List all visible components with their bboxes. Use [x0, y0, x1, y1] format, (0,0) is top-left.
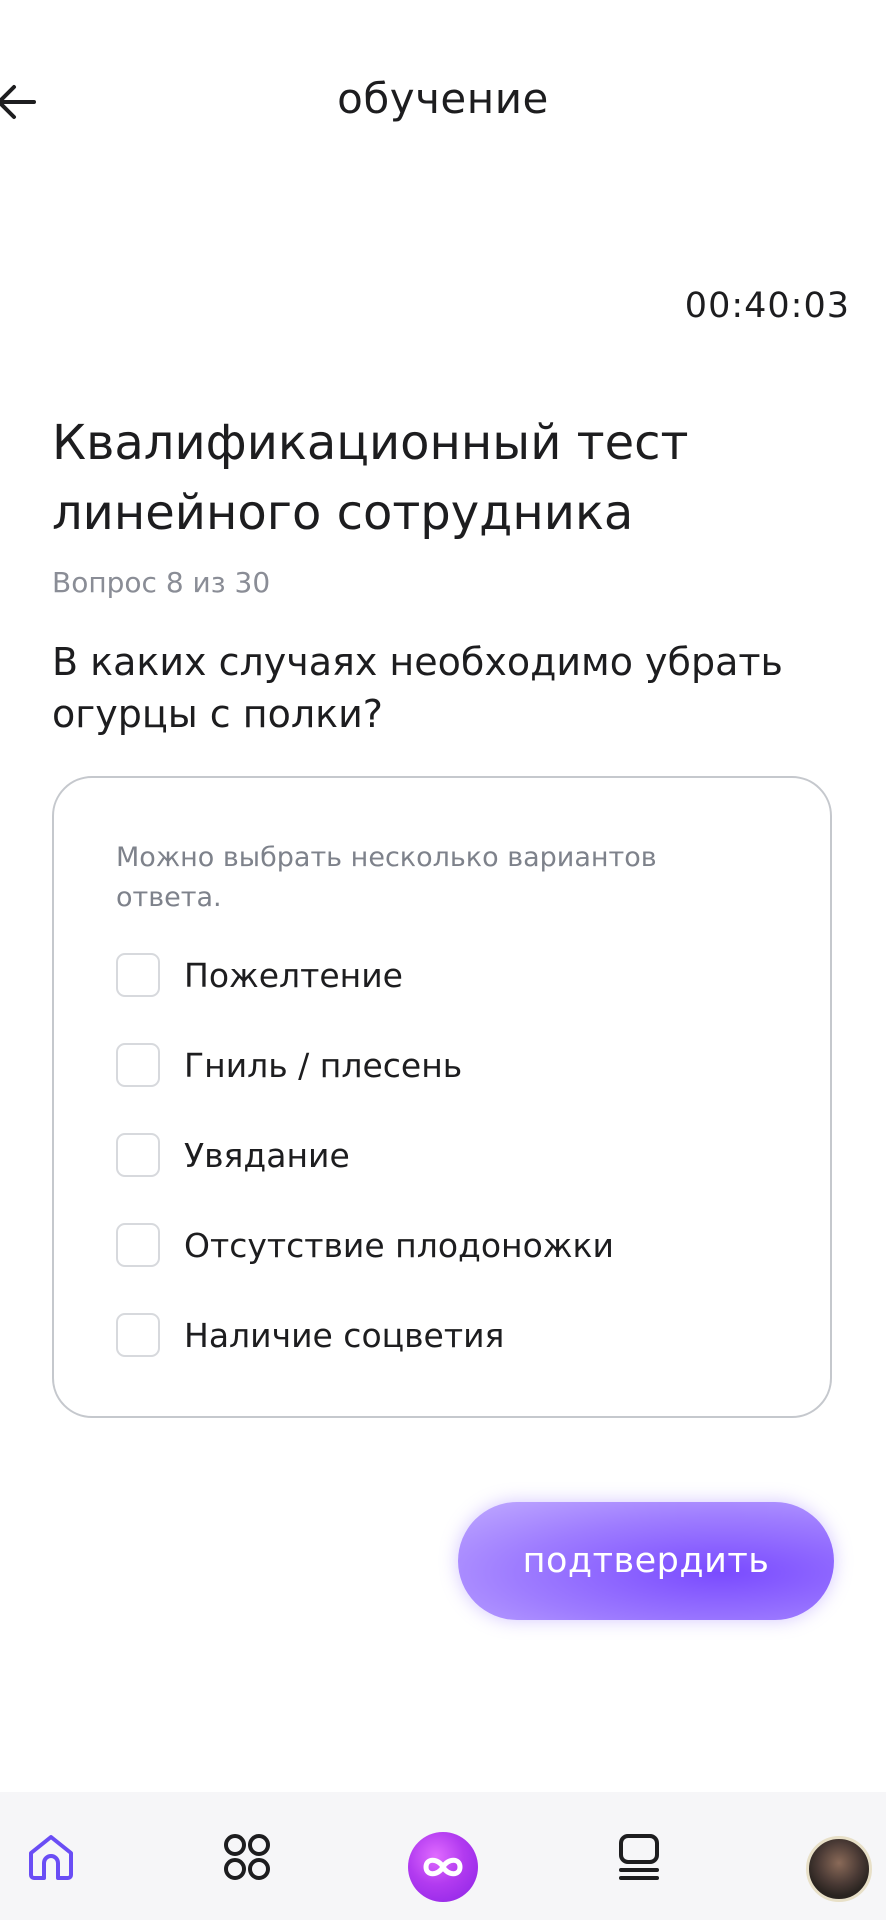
home-icon	[29, 1835, 73, 1880]
option-label: Пожелтение	[184, 955, 403, 995]
nav-catalog[interactable]	[212, 1822, 282, 1892]
nav-courses[interactable]	[604, 1822, 674, 1892]
question-counter: Вопрос 8 из 30	[52, 566, 271, 599]
infinity-icon	[423, 1857, 463, 1877]
question-text: В каких случаях необходимо убрать огурцы…	[52, 640, 783, 736]
option-item[interactable]: Увядание	[116, 1130, 350, 1180]
test-title: Квалификационный тест линейного сотрудни…	[52, 415, 689, 541]
option-item[interactable]: Гниль / плесень	[116, 1040, 462, 1090]
bottom-nav	[0, 1792, 886, 1920]
option-label: Отсутствие плодоножки	[184, 1225, 614, 1265]
timer: 00:40:03	[684, 286, 850, 326]
options-card: Можно выбрать несколько вариантов ответа…	[52, 776, 832, 1418]
option-label: Увядание	[184, 1135, 350, 1175]
avatar[interactable]	[806, 1836, 872, 1902]
option-item[interactable]: Пожелтение	[116, 950, 403, 1000]
option-label: Наличие соцветия	[184, 1315, 505, 1355]
page-title: обучение	[337, 74, 549, 123]
checkbox[interactable]	[116, 1223, 160, 1267]
checkbox[interactable]	[116, 953, 160, 997]
checkbox[interactable]	[116, 1133, 160, 1177]
multi-select-hint: Можно выбрать несколько вариантов ответа…	[116, 842, 657, 913]
list-icon	[619, 1834, 659, 1880]
checkbox[interactable]	[116, 1313, 160, 1357]
nav-center-button[interactable]	[408, 1832, 478, 1902]
checkbox[interactable]	[116, 1043, 160, 1087]
nav-home[interactable]	[16, 1822, 86, 1892]
option-label: Гниль / плесень	[184, 1045, 463, 1085]
option-item[interactable]: Наличие соцветия	[116, 1310, 504, 1360]
submit-button[interactable]: подтвердить	[458, 1502, 834, 1620]
option-item[interactable]: Отсутствие плодоножки	[116, 1220, 614, 1270]
header: обучение	[0, 0, 886, 200]
grid-icon	[224, 1834, 270, 1880]
